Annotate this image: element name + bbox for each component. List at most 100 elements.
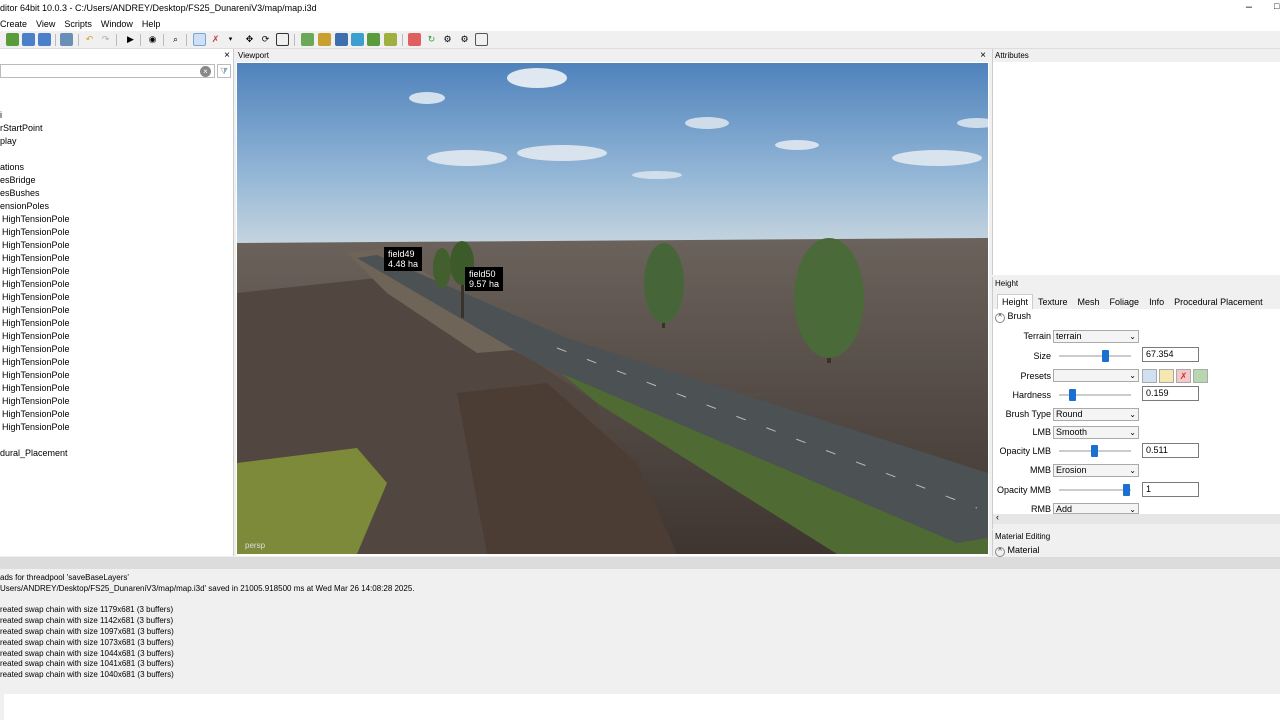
tab-procedural-placement[interactable]: Procedural Placement bbox=[1169, 294, 1268, 309]
tab-texture[interactable]: Texture bbox=[1033, 294, 1073, 309]
tree-item[interactable]: HighTensionPole bbox=[2, 409, 70, 420]
opacity-lmb-slider-handle[interactable] bbox=[1091, 445, 1098, 457]
reload-icon[interactable] bbox=[6, 33, 19, 46]
size-input[interactable]: 67.354 bbox=[1142, 347, 1199, 362]
tree-item[interactable]: HighTensionPole bbox=[2, 383, 70, 394]
search-icon[interactable]: ⌕ bbox=[169, 33, 182, 46]
filter-icon[interactable]: ⧩ bbox=[217, 64, 231, 78]
save-icon[interactable] bbox=[22, 33, 35, 46]
window-icon[interactable] bbox=[475, 33, 488, 46]
horizontal-scrollbar[interactable]: ‹ bbox=[993, 512, 1280, 524]
opacity-mmb-slider-track[interactable] bbox=[1059, 489, 1131, 491]
scroll-left-icon[interactable]: ‹ bbox=[996, 512, 999, 522]
tab-mesh[interactable]: Mesh bbox=[1073, 294, 1105, 309]
tab-foliage[interactable]: Foliage bbox=[1105, 294, 1145, 309]
plugin-settings-icon[interactable]: ⚙ bbox=[458, 33, 471, 46]
save-as-icon[interactable] bbox=[38, 33, 51, 46]
lmb-select[interactable]: Smooth ⌄ bbox=[1053, 426, 1139, 439]
apply-preset-icon[interactable] bbox=[1193, 369, 1208, 383]
viewport-3d-view[interactable]: field49 4.48 ha field50 9.57 ha persp bbox=[237, 63, 988, 554]
eye-icon[interactable]: ◉ bbox=[146, 33, 159, 46]
export-icon[interactable] bbox=[60, 33, 73, 46]
hardness-input[interactable]: 0.159 bbox=[1142, 386, 1199, 401]
foliage-tool-icon[interactable] bbox=[335, 33, 348, 46]
opacity-mmb-input[interactable]: 1 bbox=[1142, 482, 1199, 497]
menu-view[interactable]: View bbox=[36, 19, 60, 29]
undo-icon[interactable]: ↶ bbox=[83, 33, 96, 46]
opacity-mmb-slider-handle[interactable] bbox=[1123, 484, 1130, 496]
tree-item[interactable]: HighTensionPole bbox=[2, 240, 70, 251]
tree-item[interactable]: esBushes bbox=[0, 188, 40, 199]
hardness-slider-handle[interactable] bbox=[1069, 389, 1076, 401]
rmb-select[interactable]: Add ⌄ bbox=[1053, 503, 1139, 514]
tree-item[interactable]: ations bbox=[0, 162, 24, 173]
tree-item[interactable]: i bbox=[0, 110, 2, 121]
brush-type-select[interactable]: Round ⌄ bbox=[1053, 408, 1139, 421]
terrain-select[interactable]: terrain ⌄ bbox=[1053, 330, 1139, 343]
tree-item[interactable]: HighTensionPole bbox=[2, 331, 70, 342]
terrain-tool-icon[interactable] bbox=[301, 33, 314, 46]
tree-item[interactable]: HighTensionPole bbox=[2, 305, 70, 316]
refresh-icon[interactable]: ↻ bbox=[425, 33, 438, 46]
brush-section-header[interactable]: ^ Brush bbox=[995, 311, 1031, 323]
snap-dropdown-icon[interactable]: ▾ bbox=[224, 33, 237, 46]
tree-item[interactable]: HighTensionPole bbox=[2, 357, 70, 368]
placement-tool-icon[interactable] bbox=[384, 33, 397, 46]
tree-item[interactable]: HighTensionPole bbox=[2, 318, 70, 329]
redo-icon[interactable]: ↷ bbox=[99, 33, 112, 46]
minimize-button[interactable]: – bbox=[1246, 1, 1252, 13]
size-label: Size bbox=[1033, 351, 1051, 361]
tree-item[interactable]: HighTensionPole bbox=[2, 422, 70, 433]
size-slider-track[interactable] bbox=[1059, 355, 1131, 357]
select-tool-icon[interactable] bbox=[193, 33, 206, 46]
tree-item[interactable]: esBridge bbox=[0, 175, 36, 186]
chevron-down-icon: ⌄ bbox=[1129, 332, 1136, 341]
vegetation-tool-icon[interactable] bbox=[367, 33, 380, 46]
script-command-input[interactable] bbox=[4, 694, 1280, 720]
play-icon[interactable]: ▶ bbox=[124, 33, 137, 46]
panel-splitter[interactable] bbox=[0, 557, 1280, 569]
settings-icon[interactable]: ⚙ bbox=[441, 33, 454, 46]
tab-height[interactable]: Height bbox=[997, 294, 1034, 309]
tree-item[interactable]: play bbox=[0, 136, 17, 147]
material-editing-panel: Material Editing ^ Material bbox=[992, 530, 1280, 557]
clear-search-icon[interactable]: × bbox=[200, 66, 211, 77]
rotate-tool-icon[interactable]: ⟳ bbox=[259, 33, 272, 46]
close-icon[interactable]: × bbox=[980, 49, 986, 62]
delete-preset-icon[interactable]: ✗ bbox=[1176, 369, 1191, 383]
menu-help[interactable]: Help bbox=[142, 19, 166, 29]
water-tool-icon[interactable] bbox=[351, 33, 364, 46]
tree-item[interactable]: HighTensionPole bbox=[2, 266, 70, 277]
tab-info[interactable]: Info bbox=[1144, 294, 1169, 309]
move-tool-icon[interactable]: ✥ bbox=[243, 33, 256, 46]
tree-item[interactable]: HighTensionPole bbox=[2, 253, 70, 264]
presets-select[interactable]: ⌄ bbox=[1053, 369, 1139, 382]
tree-item[interactable]: HighTensionPole bbox=[2, 279, 70, 290]
maximize-button[interactable]: □ bbox=[1274, 1, 1280, 11]
save-preset-icon[interactable] bbox=[1142, 369, 1157, 383]
tree-item[interactable]: HighTensionPole bbox=[2, 396, 70, 407]
snap-icon[interactable]: ✗ bbox=[209, 33, 222, 46]
material-icon[interactable] bbox=[408, 33, 421, 46]
tree-item[interactable]: HighTensionPole bbox=[2, 214, 70, 225]
toolbar-separator bbox=[140, 34, 141, 46]
tree-item[interactable]: HighTensionPole bbox=[2, 370, 70, 381]
menu-create[interactable]: Create bbox=[0, 19, 32, 29]
scale-tool-icon[interactable] bbox=[276, 33, 289, 46]
tree-item[interactable]: HighTensionPole bbox=[2, 227, 70, 238]
tree-item[interactable]: ensionPoles bbox=[0, 201, 49, 212]
search-input[interactable]: × bbox=[0, 64, 215, 78]
menu-scripts[interactable]: Scripts bbox=[64, 19, 97, 29]
close-icon[interactable]: × bbox=[224, 49, 230, 62]
mmb-select[interactable]: Erosion ⌄ bbox=[1053, 464, 1139, 477]
tree-item[interactable]: HighTensionPole bbox=[2, 344, 70, 355]
size-slider-handle[interactable] bbox=[1102, 350, 1109, 362]
opacity-lmb-input[interactable]: 0.511 bbox=[1142, 443, 1199, 458]
paint-tool-icon[interactable] bbox=[318, 33, 331, 46]
menu-window[interactable]: Window bbox=[101, 19, 138, 29]
tree-item[interactable]: rStartPoint bbox=[0, 123, 43, 134]
tree-item[interactable]: dural_Placement bbox=[0, 448, 68, 459]
tree-item[interactable]: HighTensionPole bbox=[2, 292, 70, 303]
material-section-header[interactable]: ^ Material bbox=[995, 545, 1040, 557]
new-preset-icon[interactable] bbox=[1159, 369, 1174, 383]
